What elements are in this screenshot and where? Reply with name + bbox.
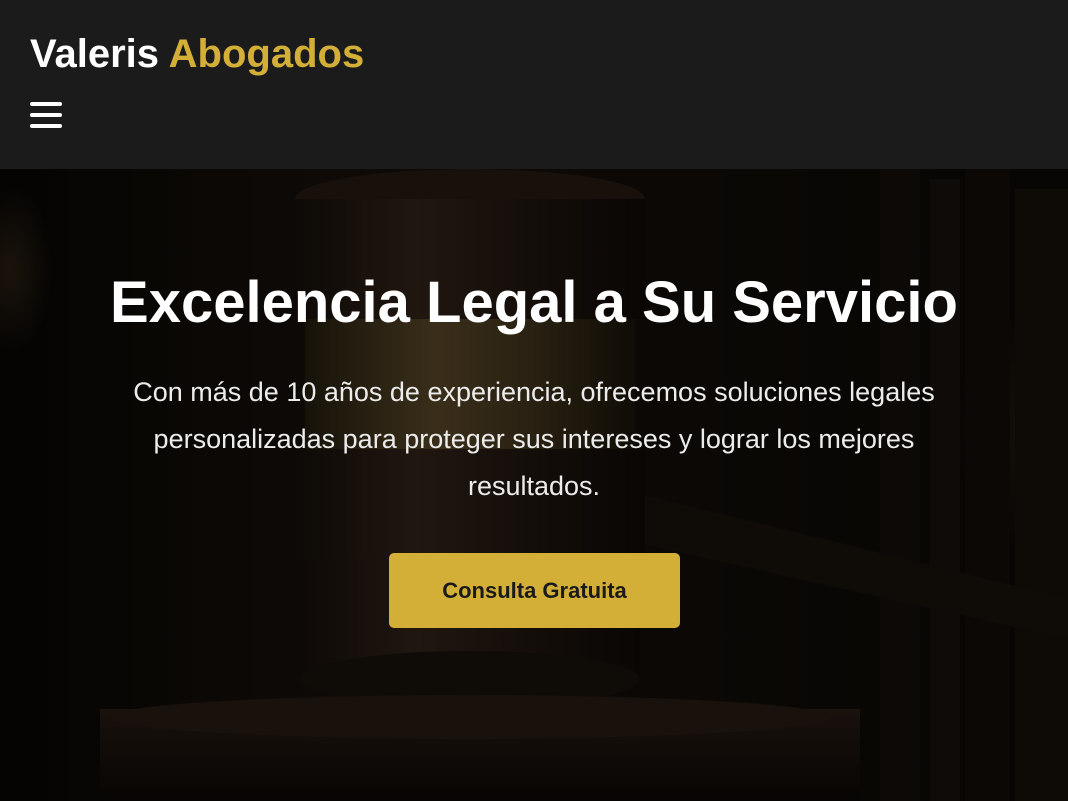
hamburger-menu-icon[interactable] (28, 96, 66, 136)
hero-section: Excelencia Legal a Su Servicio Con más d… (0, 169, 1068, 801)
logo-name-primary: Valeris (30, 32, 160, 76)
menu-line (30, 102, 62, 106)
site-header: Valeris Abogados (0, 0, 1068, 169)
free-consultation-button[interactable]: Consulta Gratuita (389, 553, 680, 628)
hero-title: Excelencia Legal a Su Servicio (110, 270, 958, 335)
menu-line (30, 124, 62, 128)
site-logo[interactable]: Valeris Abogados (30, 30, 364, 78)
hero-description: Con más de 10 años de experiencia, ofrec… (133, 377, 935, 501)
menu-line (30, 113, 62, 117)
logo-name-accent: Abogados (168, 32, 365, 76)
